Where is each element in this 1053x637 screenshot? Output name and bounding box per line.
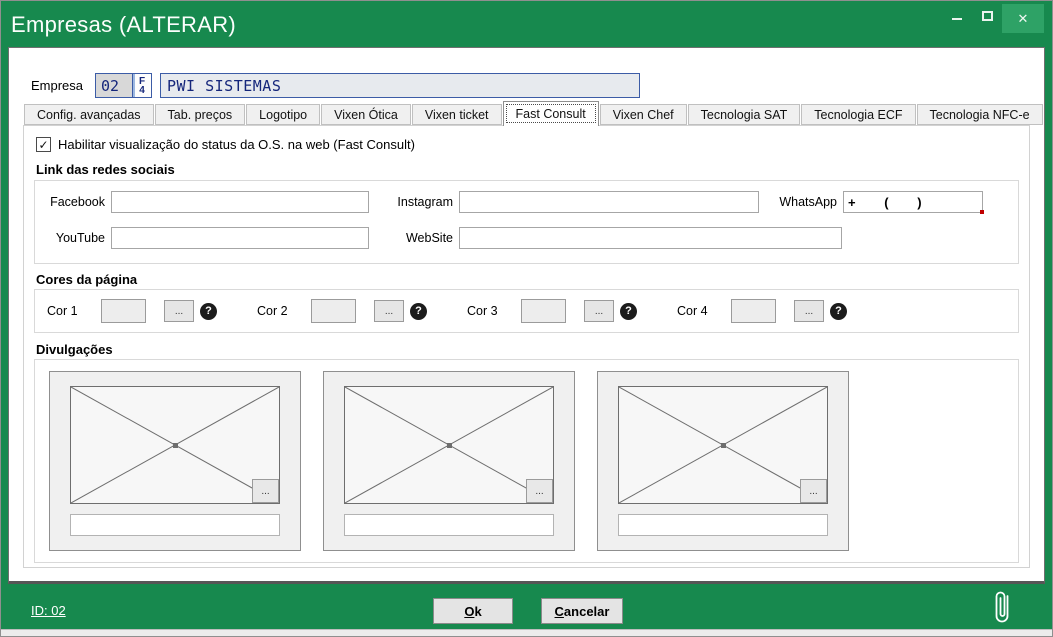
cor3-help-icon[interactable]: ? [620,303,637,320]
cor3-group: Cor 3 ... ? [467,299,637,323]
empresa-name-field[interactable]: PWI SISTEMAS [160,73,640,98]
close-button[interactable]: ✕ [1002,4,1044,33]
placeholder-center-dot [447,443,452,448]
tab-strip: Config. avançadas Tab. preços Logotipo V… [24,101,1044,125]
tab-fast-consult[interactable]: Fast Consult [503,101,599,126]
cor2-group: Cor 2 ... ? [257,299,427,323]
placeholder-center-dot [721,443,726,448]
cancel-button[interactable]: Cancelar [541,598,623,624]
card1-browse-button[interactable]: ... [252,479,279,503]
cor4-help-icon[interactable]: ? [830,303,847,320]
website-label: WebSite [389,231,453,245]
minimize-icon [952,18,962,20]
ok-button[interactable]: Ok [433,598,513,624]
facebook-label: Facebook [43,195,105,209]
empresa-label: Empresa [31,78,95,93]
youtube-input[interactable] [111,227,369,249]
cor3-label: Cor 3 [467,304,507,318]
tab-tecnologia-sat[interactable]: Tecnologia SAT [688,104,801,125]
dialog-panel: Empresa 02 F 4 PWI SISTEMAS Config. avan… [8,47,1045,584]
card1-caption-input[interactable] [70,514,280,536]
card2-browse-button[interactable]: ... [526,479,553,503]
tab-vixen-chef[interactable]: Vixen Chef [600,104,687,125]
whatsapp-label: WhatsApp [771,195,837,209]
ok-label-rest: k [474,604,481,619]
maximize-icon [982,11,993,21]
instagram-input[interactable] [459,191,759,213]
cor2-browse-button[interactable]: ... [374,300,404,322]
cor4-swatch[interactable] [731,299,776,323]
placeholder-center-dot [173,443,178,448]
image-placeholder-icon: ... [344,386,554,504]
status-web-checkbox-label: Habilitar visualização do status da O.S.… [58,137,415,152]
tab-tecnologia-ecf[interactable]: Tecnologia ECF [801,104,915,125]
cor1-help-icon[interactable]: ? [200,303,217,320]
youtube-label: YouTube [43,231,105,245]
empresas-window: Empresas (ALTERAR) ✕ Empresa 02 F 4 PWI … [0,0,1053,637]
cor4-label: Cor 4 [677,304,717,318]
tab-tecnologia-nfce[interactable]: Tecnologia NFC-e [917,104,1043,125]
titlebar: Empresas (ALTERAR) ✕ [1,1,1052,47]
card3-caption-input[interactable] [618,514,828,536]
cor2-help-icon[interactable]: ? [410,303,427,320]
page-colors-box: Cor 1 ... ? Cor 2 ... ? Cor 3 ... [34,289,1019,333]
required-dot [980,210,984,214]
social-links-box: Facebook Instagram WhatsApp YouTube WebS… [34,180,1019,264]
facebook-input[interactable] [111,191,369,213]
cor1-label: Cor 1 [47,304,87,318]
cor2-swatch[interactable] [311,299,356,323]
close-icon: ✕ [1018,11,1029,27]
divulgacao-card-2: ... [323,371,575,551]
empresa-code-field[interactable]: 02 [95,73,133,98]
cor3-browse-button[interactable]: ... [584,300,614,322]
whatsapp-input[interactable] [843,191,983,213]
image-placeholder-icon: ... [618,386,828,504]
checkbox-checked-icon[interactable]: ✓ [36,137,51,152]
window-controls: ✕ [942,1,1044,33]
tab-vixen-otica[interactable]: Vixen Ótica [321,104,411,125]
tab-config-avancadas[interactable]: Config. avançadas [24,104,154,125]
ok-accesskey: O [464,604,474,619]
cancel-accesskey: C [555,604,564,619]
instagram-label: Instagram [389,195,453,209]
cor1-swatch[interactable] [101,299,146,323]
cancel-label-rest: ancelar [564,604,610,619]
paperclip-icon [991,587,1015,634]
fast-consult-tabpage: ✓ Habilitar visualização do status da O.… [23,125,1030,568]
card3-browse-button[interactable]: ... [800,479,827,503]
record-id-link[interactable]: ID: 02 [31,603,66,618]
minimize-button[interactable] [942,1,972,31]
image-placeholder-icon: ... [70,386,280,504]
window-bottom-edge [1,629,1052,636]
tab-vixen-ticket[interactable]: Vixen ticket [412,104,502,125]
divulgacao-card-3: ... [597,371,849,551]
tab-logotipo[interactable]: Logotipo [246,104,320,125]
cor2-label: Cor 2 [257,304,297,318]
empresa-row: Empresa 02 F 4 PWI SISTEMAS [31,73,640,98]
cor4-group: Cor 4 ... ? [677,299,847,323]
cor1-browse-button[interactable]: ... [164,300,194,322]
website-input[interactable] [459,227,842,249]
maximize-button[interactable] [972,1,1002,31]
f4-lookup-button[interactable]: F 4 [133,73,152,98]
divulgacoes-box: ... ... [34,359,1019,563]
status-web-check-row[interactable]: ✓ Habilitar visualização do status da O.… [36,137,415,152]
divulgacao-card-1: ... [49,371,301,551]
cor3-swatch[interactable] [521,299,566,323]
card2-caption-input[interactable] [344,514,554,536]
f4-label-bottom: 4 [139,86,145,95]
cor4-browse-button[interactable]: ... [794,300,824,322]
tab-tab-precos[interactable]: Tab. preços [155,104,246,125]
social-links-heading: Link das redes sociais [36,162,175,177]
window-title: Empresas (ALTERAR) [11,12,236,38]
footer-bar: ID: 02 Ok Cancelar [1,584,1052,631]
page-colors-heading: Cores da página [36,272,137,287]
cor1-group: Cor 1 ... ? [47,299,217,323]
divulgacoes-heading: Divulgações [36,342,113,357]
